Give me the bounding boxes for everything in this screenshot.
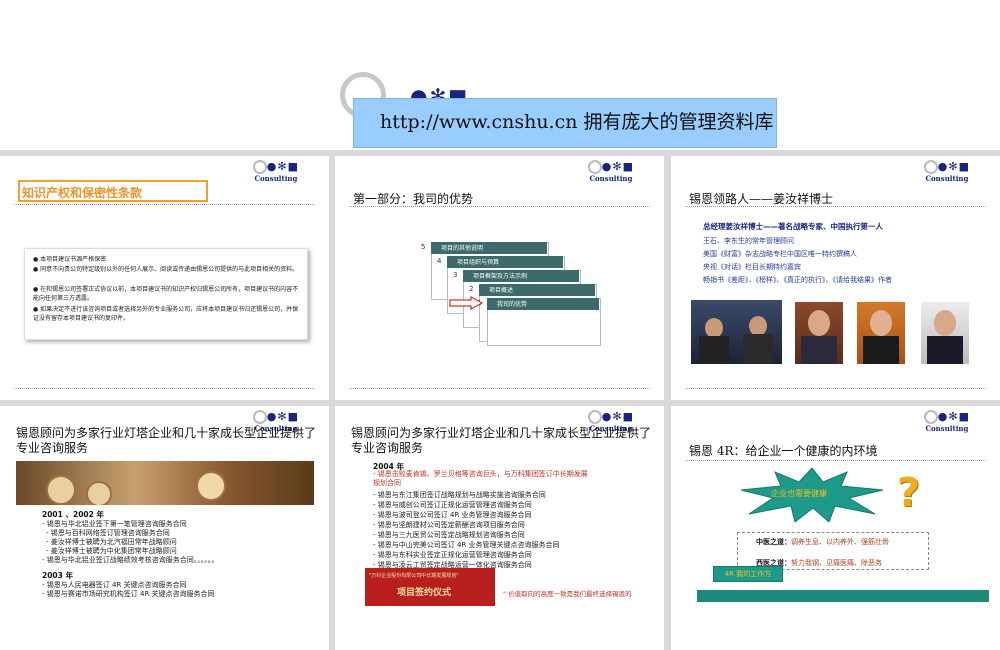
bullet-item: ● 同意不向贵公司特定级别以外的任何人展示、阅读或传递由锡恩公司提供的与此项目相… <box>33 266 299 273</box>
slide-title: 锡恩 4R：给企业一个健康的内环境 <box>689 444 878 458</box>
logo-mark-icon: ●✻■ <box>252 410 299 424</box>
slide-client-history-2[interactable]: ●✻■ Consulting 锡恩顾问为多家行业灯塔企业和几十家成长型企业提供了… <box>335 406 664 650</box>
signing-banner-text: "万科企业股份有限公司中长期发展规划" <box>369 573 459 579</box>
title-rule <box>685 206 986 207</box>
step-number: 5 <box>421 243 426 251</box>
step-5[interactable]: 5 项目的其他说明 <box>421 242 547 254</box>
red-arrow-icon <box>449 296 483 310</box>
client-quote: " 价值取向的高度一致是我们最终选择锡恩的 <box>503 590 632 598</box>
history-item: - 锡恩与中山完美公司签订 4R 业务管理关键点咨询服务合同 <box>373 541 560 549</box>
history-item: - 锡恩与三九医贸公司签定战略规划咨询服务合同 <box>373 531 525 539</box>
website-banner[interactable]: http://www.cnshu.cn 拥有庞大的管理资料库 <box>353 98 777 148</box>
footer-rule <box>14 388 315 389</box>
step-number: 2 <box>469 285 474 293</box>
history-item: - 锡恩与坚朗建材公司签定薪酬咨询项目服务合同 <box>373 521 525 529</box>
signing-title: 项目签约仪式 <box>397 588 452 598</box>
top-area: ●✻■ http://www.cnshu.cn 拥有庞大的管理资料库 <box>0 0 1000 150</box>
portrait-photo <box>795 302 843 364</box>
slide-title: 锡恩顾问为多家行业灯塔企业和几十家成长型企业提供了专业咨询服务 <box>351 426 652 455</box>
confidentiality-box: ● 本项目建议书源严格保密 ● 同意不向贵公司特定级别以外的任何人展示、阅读或传… <box>24 248 308 340</box>
slide-our-advantages[interactable]: ●✻■ Consulting 第一部分：我司的优势 5 项目的其他说明 4 项目… <box>335 156 664 400</box>
step-label: 项目框架及方法示例 <box>473 273 528 280</box>
slide-title: 锡恩顾问为多家行业灯塔企业和几十家成长型企业提供了专业咨询服务 <box>16 426 317 455</box>
footer-rule <box>349 388 650 389</box>
slide-title: 知识产权和保密性条款 <box>22 186 143 200</box>
bullet-item: ● 本项目建议书源严格保密 <box>33 256 107 263</box>
profile-headline: 总经理姜汝祥博士——著名战略专家、中国执行第一人 <box>703 222 883 231</box>
logo-consulting-text: Consulting <box>925 424 969 433</box>
tcm-line: 中医之道：调养生息、以内养外、强筋壮骨 <box>756 538 889 546</box>
step-label: 项目组织与预算 <box>457 259 500 266</box>
logo-mark-icon: ●✻■ <box>587 160 634 174</box>
step-2[interactable]: 2 项目概述 <box>469 284 595 296</box>
step-3[interactable]: 3 项目框架及方法示例 <box>453 270 579 282</box>
slide-ip-confidentiality[interactable]: ●✻■ Consulting 知识产权和保密性条款 ● 本项目建议书源严格保密 … <box>0 156 329 400</box>
medicine-comparison-box: 中医之道：调养生息、以内养外、强筋壮骨 西医之道：努力我钢、见痛医痛、除恶务 <box>737 532 929 570</box>
step-label: 项目的其他说明 <box>441 245 484 252</box>
portrait-photo <box>857 302 905 364</box>
highlight-item: - 锡恩击败麦肯锡、罗兰贝格等咨询巨头，与万科集团签订中长期发展规划合同 <box>373 470 588 487</box>
title-rule <box>14 204 315 205</box>
profile-line: 央视《对话》栏目长期特约嘉宾 <box>703 263 801 271</box>
signing-photo: "万科企业股份有限公司中长期发展规划" 项目签约仪式 <box>365 568 495 606</box>
history-item: - 锡恩与赛诺市场研究机构签订 4R 关键点咨询服务合同 <box>42 590 215 598</box>
bottom-band <box>697 590 989 602</box>
bullet-item: ● 在和锡恩公司签署正式协议以前，本项目建议书的知识产权归锡恩公司所有，项目建议… <box>33 286 299 302</box>
consulting-logo: ●✻■ Consulting <box>923 160 970 183</box>
step-number: 3 <box>453 271 458 279</box>
slide-leader-profile[interactable]: ●✻■ Consulting 锡恩领路人——姜汝祥博士 总经理姜汝祥博士——著名… <box>671 156 1000 400</box>
step-label: 项目概述 <box>489 287 514 294</box>
slide-title: 第一部分：我司的优势 <box>353 192 474 206</box>
slide-client-history-1[interactable]: ●✻■ Consulting 锡恩顾问为多家行业灯塔企业和几十家成长型企业提供了… <box>0 406 329 650</box>
bullet-item: ● 如果决定不进行该咨询项目或者选择另外的专业服务公司，应将本项目建议书归还锡恩… <box>33 306 299 322</box>
burst-text: 企业也需要健康 <box>771 489 827 498</box>
logo-mark-icon: ●✻■ <box>252 160 299 174</box>
history-item: - 锡恩与威创公司签订正规化运营管理咨询服务合同 <box>373 501 532 509</box>
banner-text: http://www.cnshu.cn 拥有庞大的管理资料库 <box>380 111 774 133</box>
slide-4r-environment[interactable]: ●✻■ Consulting 锡恩 4R：给企业一个健康的内环境 企业也需要健康… <box>671 406 1000 650</box>
profile-line: 美国《财富》杂志战略专栏中国区唯一特约撰稿人 <box>703 250 857 258</box>
chess-photo <box>16 461 314 505</box>
step-label: 我司的优势 <box>497 301 528 308</box>
logo-consulting-text: Consulting <box>254 174 298 183</box>
footer-rule <box>685 388 986 389</box>
logo-mark-icon: ●✻■ <box>923 160 970 174</box>
portrait-photo <box>921 302 969 364</box>
profile-line: 畅销书《差距》、《榜样》、《真正的执行》、《请给我结果》作者 <box>703 276 892 284</box>
step-1[interactable]: 1 我司的优势 <box>477 298 599 310</box>
consulting-logo: ●✻■ Consulting <box>923 410 970 433</box>
question-mark-icon: ? <box>897 470 921 516</box>
logo-consulting-text: Consulting <box>589 174 633 183</box>
logo-mark-icon: ●✻■ <box>587 410 634 424</box>
step-number: 4 <box>437 257 442 265</box>
logo-consulting-text: Consulting <box>925 174 969 183</box>
history-item: - 锡恩与华北铝业签订战略绩效考核咨询服务合同。。。。。。 <box>42 556 219 564</box>
slide-title-box: 知识产权和保密性条款 <box>18 180 208 202</box>
logo-mark-icon: ●✻■ <box>923 410 970 424</box>
step-4[interactable]: 4 项目组织与预算 <box>437 256 563 268</box>
history-item: - 锡恩与东科实业签定正规化运营管理咨询服务合同 <box>373 551 532 559</box>
tv-photo <box>691 300 782 364</box>
history-item: - 锡恩与东江集团签订战略规划与战略实施咨询服务合同 <box>373 491 546 499</box>
4r-tag: 4R 我的工作方 <box>713 566 783 582</box>
consulting-logo: ●✻■ Consulting <box>587 160 634 183</box>
history-item: - 锡恩与波司登公司签订 4R 业务管理咨询服务合同 <box>373 511 532 519</box>
profile-line: 王石、李东生的常年管理顾问 <box>703 237 794 245</box>
title-rule <box>349 206 650 207</box>
consulting-logo: ●✻■ Consulting <box>252 160 299 183</box>
slide-title: 锡恩领路人——姜汝祥博士 <box>689 192 834 206</box>
title-rule <box>685 460 986 461</box>
